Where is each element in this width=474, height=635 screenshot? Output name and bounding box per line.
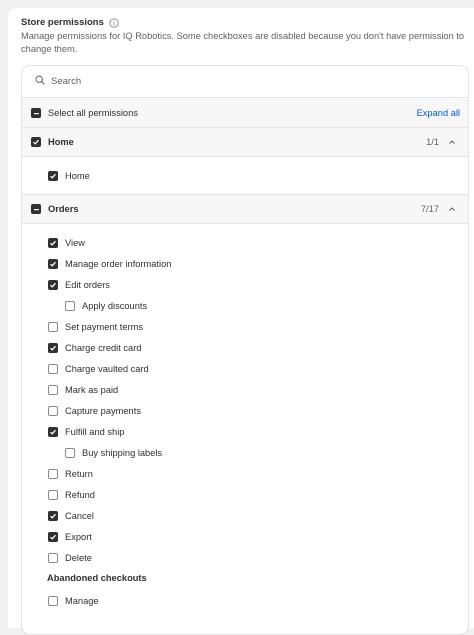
section-header-home[interactable]: Home 1/1 <box>22 128 468 157</box>
permission-checkbox[interactable] <box>65 300 75 311</box>
permission-label: Manage <box>65 595 99 606</box>
section-label-home: Home <box>48 137 74 147</box>
permission-checkbox[interactable] <box>48 468 58 479</box>
permission-label: Cancel <box>65 510 94 521</box>
permission-checkbox[interactable] <box>65 447 75 458</box>
permission-label: View <box>65 237 85 248</box>
permission-label: Delete <box>65 552 92 563</box>
permission-checkbox[interactable] <box>48 489 58 500</box>
permission-item[interactable]: Edit orders <box>22 274 468 295</box>
permission-label: Apply discounts <box>82 300 148 311</box>
subgroup-title: Abandoned checkouts <box>47 573 147 583</box>
permission-item[interactable]: Charge credit card <box>22 337 468 358</box>
chevron-up-icon[interactable] <box>448 138 456 146</box>
section-label-orders: Orders <box>48 204 79 214</box>
permission-label: Refund <box>65 489 95 500</box>
permission-checkbox[interactable] <box>48 405 58 416</box>
permission-item[interactable]: Fulfill and ship <box>22 421 468 442</box>
permission-item[interactable]: Export <box>22 526 468 547</box>
permission-checkbox[interactable] <box>48 426 58 437</box>
permission-checkbox[interactable] <box>48 258 58 269</box>
section-count-orders: 7/17 <box>420 204 439 214</box>
permission-item[interactable]: Home <box>22 165 468 186</box>
permission-item[interactable]: Apply discounts <box>22 295 468 316</box>
section-checkbox-home[interactable] <box>31 137 41 147</box>
permission-label: Mark as paid <box>65 384 119 395</box>
permission-item[interactable]: Charge vaulted card <box>22 358 468 379</box>
permission-item[interactable]: Manage order information <box>22 253 468 274</box>
permission-checkbox[interactable] <box>48 595 58 606</box>
permission-checkbox[interactable] <box>48 279 58 290</box>
permission-item[interactable]: Mark as paid <box>22 379 468 400</box>
permission-label: Export <box>65 531 92 542</box>
search-bar[interactable] <box>22 66 468 98</box>
store-permissions-card: Store permissions Manage permissions for… <box>8 8 474 635</box>
permission-label: Fulfill and ship <box>65 426 125 437</box>
chevron-up-icon[interactable] <box>448 205 456 213</box>
permission-item[interactable]: Delete <box>22 547 468 568</box>
title-row: Store permissions <box>21 17 119 28</box>
info-circle-icon[interactable] <box>109 17 119 28</box>
section-checkbox-orders[interactable] <box>31 204 41 214</box>
permission-label: Manage order information <box>65 258 172 269</box>
permission-checkbox[interactable] <box>48 170 58 181</box>
permission-label: Charge vaulted card <box>65 363 149 374</box>
permission-label: Capture payments <box>65 405 141 416</box>
description: Manage permissions for IQ Robotics. Some… <box>21 31 465 54</box>
permission-checkbox[interactable] <box>48 363 58 374</box>
permission-item[interactable]: Buy shipping labels <box>22 442 468 463</box>
permission-label: Set payment terms <box>65 321 144 332</box>
permission-label: Edit orders <box>65 279 110 290</box>
expand-all-link[interactable]: Expand all <box>417 108 460 118</box>
select-all-label: Select all permissions <box>48 108 138 118</box>
permission-item[interactable]: View <box>22 232 468 253</box>
permission-checkbox[interactable] <box>48 552 58 563</box>
permission-label: Buy shipping labels <box>82 447 163 458</box>
permission-checkbox[interactable] <box>48 531 58 542</box>
permission-label: Charge credit card <box>65 342 142 353</box>
section-header-orders[interactable]: Orders 7/17 <box>22 194 468 224</box>
permission-item[interactable]: Refund <box>22 484 468 505</box>
permission-checkbox[interactable] <box>48 342 58 353</box>
permission-item[interactable]: Set payment terms <box>22 316 468 337</box>
select-all-row: Select all permissions Expand all <box>22 99 468 128</box>
section-count-home: 1/1 <box>426 137 439 147</box>
permission-item[interactable]: Capture payments <box>22 400 468 421</box>
permission-checkbox[interactable] <box>48 321 58 332</box>
permission-item[interactable]: Cancel <box>22 505 468 526</box>
permission-checkbox[interactable] <box>48 237 58 248</box>
select-all-checkbox[interactable] <box>31 108 41 118</box>
permissions-list: Select all permissions Expand all Home 1… <box>21 65 469 635</box>
permission-item[interactable]: Manage <box>22 590 468 611</box>
permission-label: Return <box>65 468 93 479</box>
search-icon <box>35 75 45 88</box>
permission-item[interactable]: Return <box>22 463 468 484</box>
permission-checkbox[interactable] <box>48 510 58 521</box>
permission-checkbox[interactable] <box>48 384 58 395</box>
page-title: Store permissions <box>21 17 104 28</box>
permission-label: Home <box>65 170 90 181</box>
search-input[interactable] <box>51 76 431 87</box>
